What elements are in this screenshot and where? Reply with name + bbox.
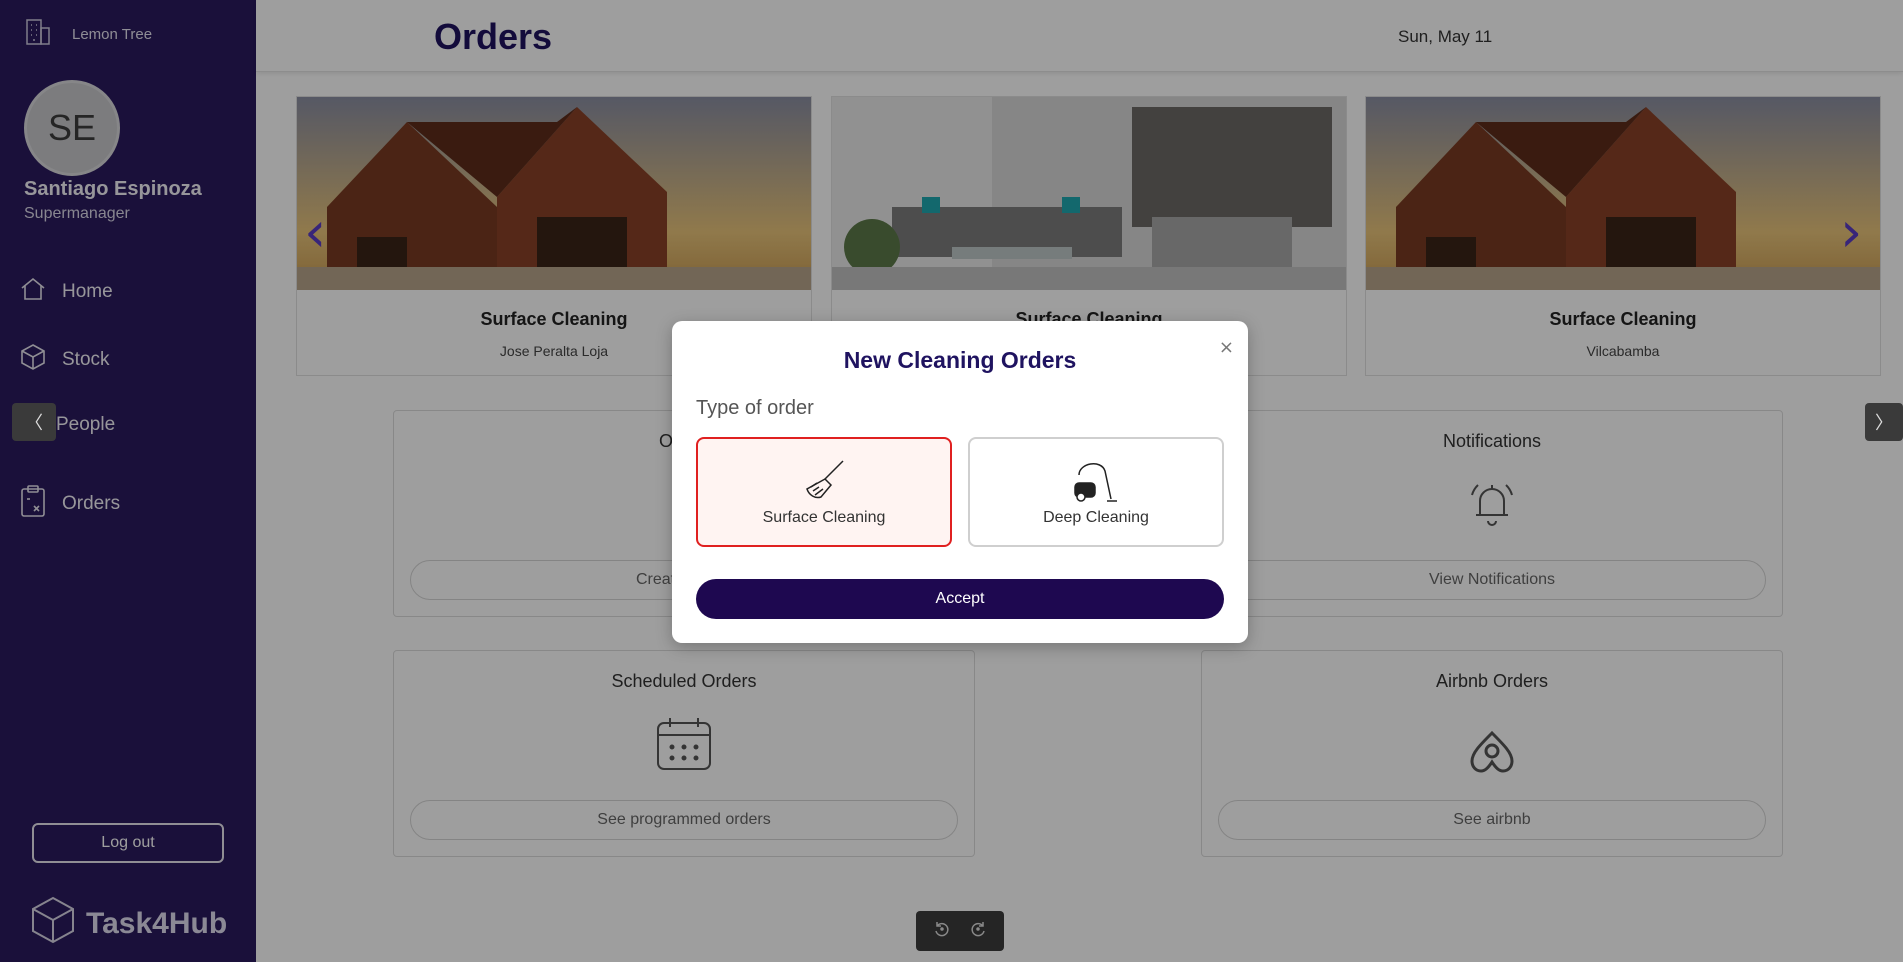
sidebar-collapse-button[interactable]: 〈 bbox=[12, 403, 56, 441]
right-panel-toggle-button[interactable]: 〉 bbox=[1865, 403, 1903, 441]
option-label: Deep Cleaning bbox=[1043, 509, 1149, 526]
order-type-label: Type of order bbox=[696, 397, 814, 419]
new-cleaning-orders-modal: New Cleaning Orders × Type of order Surf… bbox=[672, 321, 1248, 643]
deep-cleaning-option[interactable]: Deep Cleaning bbox=[968, 437, 1224, 547]
vacuum-icon bbox=[1071, 457, 1121, 508]
close-icon[interactable]: × bbox=[1219, 337, 1234, 358]
accept-button[interactable]: Accept bbox=[696, 579, 1224, 619]
surface-cleaning-option[interactable]: Surface Cleaning bbox=[696, 437, 952, 547]
modal-title: New Cleaning Orders bbox=[843, 347, 1077, 373]
broom-icon bbox=[801, 457, 847, 506]
option-label: Surface Cleaning bbox=[762, 509, 886, 526]
